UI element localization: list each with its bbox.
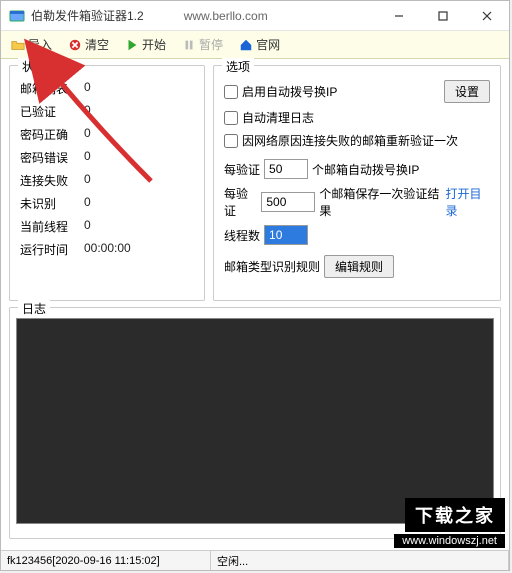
site-button[interactable]: 官网 <box>233 34 286 55</box>
save-suffix: 个邮箱保存一次验证结果 <box>319 185 441 219</box>
status-value: 0 <box>84 172 91 189</box>
autodial-checkbox[interactable] <box>224 85 238 99</box>
save-count-input[interactable] <box>261 192 315 212</box>
watermark-logo: 下载之家 <box>405 498 505 532</box>
dial-suffix: 个邮箱自动拨号换IP <box>312 161 419 178</box>
edit-rule-button[interactable]: 编辑规则 <box>324 255 394 278</box>
clear-label: 清空 <box>85 36 109 53</box>
retry-label: 因网络原因连接失败的邮箱重新验证一次 <box>242 132 458 149</box>
pause-icon <box>182 38 196 52</box>
close-button[interactable] <box>465 1 509 31</box>
threads-input[interactable] <box>264 225 308 245</box>
settings-button[interactable]: 设置 <box>444 80 490 103</box>
options-panel-title: 选项 <box>222 58 254 75</box>
status-row: 密码错误0 <box>20 149 194 166</box>
status-value: 00:00:00 <box>84 241 131 258</box>
site-label: 官网 <box>256 36 280 53</box>
minimize-button[interactable] <box>377 1 421 31</box>
clear-button[interactable]: 清空 <box>62 34 115 55</box>
window-title: 伯勒发件箱验证器1.2 <box>31 7 144 24</box>
status-label: 当前线程 <box>20 218 84 235</box>
statusbar-left: fk123456[2020-09-16 11:15:02] <box>1 551 211 570</box>
status-value: 0 <box>84 103 91 120</box>
status-value: 0 <box>84 218 91 235</box>
autoclean-checkbox[interactable] <box>224 111 238 125</box>
folder-open-icon <box>11 38 25 52</box>
status-label: 已验证 <box>20 103 84 120</box>
status-row: 未识别0 <box>20 195 194 212</box>
log-panel-title: 日志 <box>18 300 50 317</box>
clear-icon <box>68 38 82 52</box>
status-label: 邮箱列表 <box>20 80 84 97</box>
status-label: 密码错误 <box>20 149 84 166</box>
status-panel-title: 状态 <box>18 58 50 75</box>
home-icon <box>239 38 253 52</box>
status-value: 0 <box>84 195 91 212</box>
start-button[interactable]: 开始 <box>119 34 172 55</box>
window-url: www.berllo.com <box>184 9 268 23</box>
play-icon <box>125 38 139 52</box>
status-panel: 状态 邮箱列表0已验证0密码正确0密码错误0连接失败0未识别0当前线程0运行时间… <box>9 65 205 301</box>
status-label: 密码正确 <box>20 126 84 143</box>
toolbar: 导入 清空 开始 暂停 官网 <box>1 31 509 59</box>
dial-prefix: 每验证 <box>224 161 260 178</box>
pause-label: 暂停 <box>199 36 223 53</box>
status-row: 连接失败0 <box>20 172 194 189</box>
autoclean-label: 自动清理日志 <box>242 109 314 126</box>
rule-label: 邮箱类型识别规则 <box>224 258 320 275</box>
statusbar-right: 空闲... <box>211 551 509 570</box>
status-row: 邮箱列表0 <box>20 80 194 97</box>
titlebar: 伯勒发件箱验证器1.2 www.berllo.com <box>1 1 509 31</box>
status-row: 运行时间00:00:00 <box>20 241 194 258</box>
pause-button[interactable]: 暂停 <box>176 34 229 55</box>
retry-checkbox[interactable] <box>224 134 238 148</box>
watermark-url: www.windowszj.net <box>394 534 505 548</box>
status-row: 密码正确0 <box>20 126 194 143</box>
status-value: 0 <box>84 80 91 97</box>
statusbar: fk123456[2020-09-16 11:15:02] 空闲... <box>1 550 509 570</box>
autodial-label: 启用自动拨号换IP <box>242 83 337 100</box>
import-label: 导入 <box>28 36 52 53</box>
status-value: 0 <box>84 126 91 143</box>
open-dir-link[interactable]: 打开目录 <box>446 185 490 219</box>
import-button[interactable]: 导入 <box>5 34 58 55</box>
log-textarea[interactable] <box>16 318 494 524</box>
status-row: 当前线程0 <box>20 218 194 235</box>
status-label: 运行时间 <box>20 241 84 258</box>
maximize-button[interactable] <box>421 1 465 31</box>
save-prefix: 每验证 <box>224 185 257 219</box>
threads-label: 线程数 <box>224 227 260 244</box>
start-label: 开始 <box>142 36 166 53</box>
options-panel: 选项 启用自动拨号换IP 设置 自动清理日志 因网络原因连接失败的邮箱重新验证一… <box>213 65 501 301</box>
app-icon <box>9 8 25 24</box>
dial-count-input[interactable] <box>264 159 308 179</box>
status-label: 未识别 <box>20 195 84 212</box>
status-value: 0 <box>84 149 91 166</box>
status-row: 已验证0 <box>20 103 194 120</box>
status-label: 连接失败 <box>20 172 84 189</box>
